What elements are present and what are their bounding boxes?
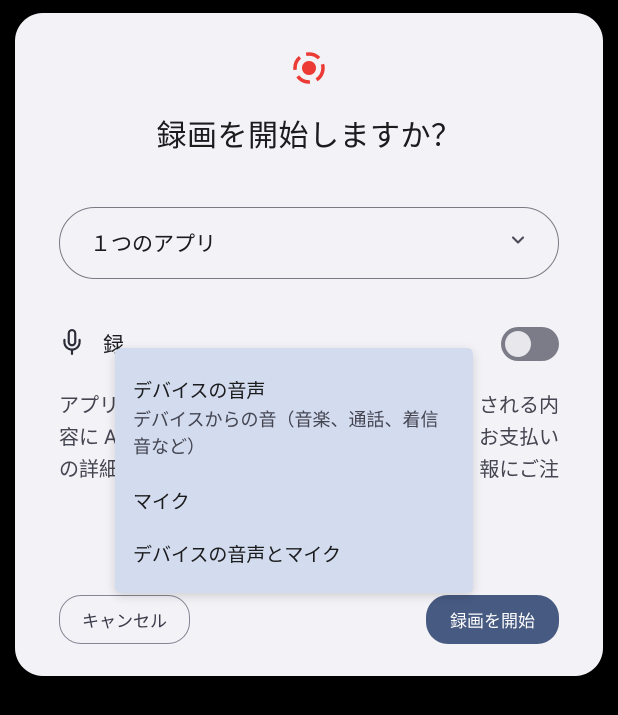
desc-line2-post: お支払い xyxy=(479,421,559,453)
dialog-title: 録画を開始しますか？ xyxy=(59,111,559,155)
desc-line3-pre: の詳細 xyxy=(59,453,119,485)
popup-item-title: デバイスの音声とマイク xyxy=(133,540,455,567)
popup-item-title: マイク xyxy=(133,487,455,514)
popup-item-title: デバイスの音声 xyxy=(133,376,455,403)
audio-toggle[interactable] xyxy=(501,327,559,361)
desc-line1-post: される内 xyxy=(479,389,559,421)
audio-source-popup: デバイスの音声 デバイスからの音（音楽、通話、着信音など） マイク デバイスの音… xyxy=(115,348,473,593)
desc-line3-post: 報にご注 xyxy=(479,453,559,485)
popup-item-subtitle: デバイスからの音（音楽、通話、着信音など） xyxy=(133,407,455,461)
popup-item-device-and-mic[interactable]: デバイスの音声とマイク xyxy=(133,532,455,573)
app-scope-dropdown[interactable]: １つのアプリ xyxy=(59,207,559,279)
chevron-down-icon xyxy=(508,230,528,256)
dropdown-selected: １つのアプリ xyxy=(90,228,216,258)
mic-icon xyxy=(59,329,85,359)
toggle-knob xyxy=(505,331,531,357)
popup-item-device-audio[interactable]: デバイスの音声 デバイスからの音（音楽、通話、着信音など） xyxy=(133,368,455,479)
popup-item-mic[interactable]: マイク xyxy=(133,479,455,532)
desc-line2-pre: 容に A xyxy=(59,421,117,453)
cancel-button[interactable]: キャンセル xyxy=(59,595,190,644)
start-recording-button[interactable]: 録画を開始 xyxy=(426,595,559,644)
record-icon xyxy=(59,51,559,85)
record-dialog: 録画を開始しますか？ １つのアプリ 録 xyxy=(15,13,603,676)
button-row: キャンセル 録画を開始 xyxy=(59,595,559,644)
desc-line1-pre: アプリ xyxy=(59,389,119,421)
